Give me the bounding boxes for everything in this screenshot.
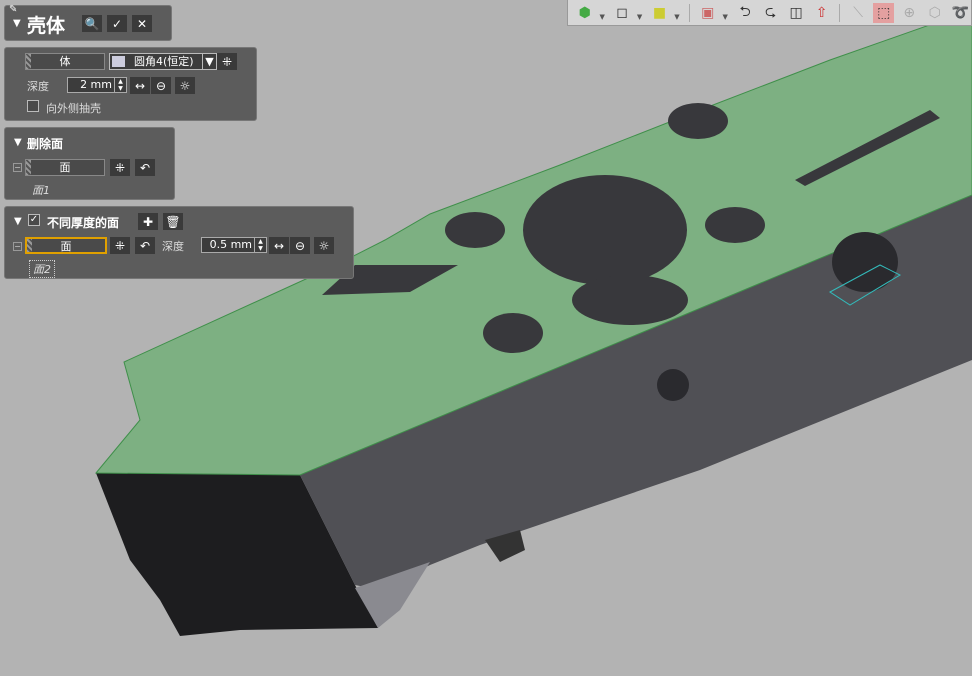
collapse-icon[interactable]: ▼ bbox=[13, 18, 21, 29]
hole bbox=[572, 275, 688, 325]
cancel-button[interactable]: ✕ bbox=[132, 15, 152, 32]
solid-icon bbox=[112, 56, 125, 67]
hexagon-add-icon[interactable]: ⬡ bbox=[924, 3, 946, 23]
face-list-item[interactable]: 面1 bbox=[32, 182, 50, 198]
side-hole bbox=[832, 232, 898, 292]
measure-icon[interactable]: ↔ bbox=[269, 237, 289, 254]
hole bbox=[523, 175, 687, 285]
depth-input[interactable]: 0.5 mm ▲ ▼ bbox=[201, 237, 267, 253]
collapse-minus-icon[interactable]: − bbox=[13, 163, 22, 172]
chevron-down-icon[interactable]: ▼ bbox=[637, 13, 645, 21]
panel-title: 壳体 bbox=[27, 15, 66, 37]
chevron-down-icon[interactable]: ▼ bbox=[202, 54, 216, 69]
spinner[interactable]: ▲ ▼ bbox=[114, 78, 126, 92]
body-select[interactable]: 圆角4(恒定) ▼ bbox=[109, 53, 217, 70]
ok-button[interactable]: ✓ bbox=[107, 15, 127, 32]
extrude-icon[interactable]: ⇧ bbox=[811, 3, 833, 23]
body-field[interactable]: 体 bbox=[25, 53, 105, 70]
diff-thickness-checkbox[interactable]: ✓ bbox=[28, 214, 40, 226]
lasso-icon[interactable]: ➰ bbox=[949, 3, 971, 23]
measure-icon[interactable]: ↔ bbox=[130, 77, 150, 94]
section-title: 删除面 bbox=[27, 137, 64, 151]
highlight-button[interactable]: ⁜ bbox=[217, 53, 237, 70]
display-style-icon[interactable]: ◻ bbox=[611, 3, 633, 23]
view-toolbar: ⬢ ▼ ◻ ▼ ■ ▼ ▣ ▼ ⮌ ⮎ ◫ ⇧ ⟍ ⬚ ⊕ ⬡ ➰ bbox=[567, 0, 972, 26]
collapse-icon[interactable]: ▼ bbox=[14, 137, 22, 148]
divider bbox=[839, 3, 841, 22]
remove-faces-panel: ▼ 删除面 − 面 ⁜ ↶ 面1 bbox=[4, 127, 175, 200]
face-field[interactable]: 面 bbox=[25, 159, 105, 176]
formula-icon[interactable]: ⊖ bbox=[151, 77, 171, 94]
formula-icon[interactable]: ⊖ bbox=[290, 237, 310, 254]
chevron-down-icon[interactable]: ▼ bbox=[674, 13, 682, 21]
face-list-item[interactable]: 面2 bbox=[29, 260, 55, 278]
hole bbox=[483, 313, 543, 353]
chevron-down-icon[interactable]: ▼ bbox=[723, 13, 731, 21]
side-hole bbox=[657, 369, 689, 401]
line-icon[interactable]: ⟍ bbox=[847, 3, 869, 23]
rotate-right-icon[interactable]: ⮎ bbox=[760, 3, 782, 23]
hole bbox=[668, 103, 728, 139]
section-title: 不同厚度的面 bbox=[47, 216, 120, 230]
preview-button[interactable]: 🔍 bbox=[82, 15, 102, 32]
color-map-icon[interactable]: ■ bbox=[649, 3, 671, 23]
view-orient-icon[interactable]: ⬢ bbox=[574, 3, 596, 23]
light-icon[interactable]: ☼ bbox=[175, 77, 195, 94]
face-field[interactable]: 面 bbox=[25, 237, 107, 254]
hole bbox=[445, 212, 505, 248]
delete-button[interactable]: 🗑 bbox=[163, 213, 183, 230]
outward-label: 向外侧抽壳 bbox=[46, 102, 101, 115]
chevron-down-icon[interactable]: ▼ bbox=[600, 13, 608, 21]
highlight-button[interactable]: ⁜ bbox=[110, 237, 130, 254]
divider bbox=[689, 3, 691, 22]
body-field-label: 体 bbox=[59, 55, 71, 68]
hole bbox=[705, 207, 765, 243]
undo-button[interactable]: ↶ bbox=[135, 237, 155, 254]
depth-input[interactable]: 2 mm ▲ ▼ bbox=[67, 77, 127, 93]
depth-label: 深度 bbox=[162, 240, 184, 253]
add-button[interactable]: ✚ bbox=[138, 213, 158, 230]
mirror-icon[interactable]: ◫ bbox=[785, 3, 807, 23]
circle-add-icon[interactable]: ⊕ bbox=[898, 3, 920, 23]
rectangle-select-icon[interactable]: ⬚ bbox=[872, 2, 895, 23]
light-icon[interactable]: ☼ bbox=[314, 237, 334, 254]
highlight-button[interactable]: ⁜ bbox=[110, 159, 130, 176]
body-select-value: 圆角4(恒定) bbox=[134, 55, 194, 68]
collapse-minus-icon[interactable]: − bbox=[13, 242, 22, 251]
pin-icon[interactable]: ✎ bbox=[9, 4, 17, 15]
section-view-icon[interactable]: ▣ bbox=[697, 3, 719, 23]
spinner[interactable]: ▲ ▼ bbox=[254, 238, 266, 252]
rotate-left-icon[interactable]: ⮌ bbox=[734, 3, 756, 23]
collapse-icon[interactable]: ▼ bbox=[14, 216, 22, 227]
depth-label: 深度 bbox=[27, 80, 49, 93]
undo-button[interactable]: ↶ bbox=[135, 159, 155, 176]
diff-thickness-panel: ▼ ✓ 不同厚度的面 ✚ 🗑 − 面 ⁜ ↶ 深度 0.5 mm ▲ ▼ ↔ ⊖ ☼… bbox=[4, 206, 354, 279]
outward-checkbox[interactable] bbox=[27, 100, 39, 112]
shell-header-panel: ✎ ▼ 壳体 🔍 ✓ ✕ bbox=[4, 4, 172, 41]
body-panel: 体 圆角4(恒定) ▼ ⁜ 深度 2 mm ▲ ▼ ↔ ⊖ ☼ 向外侧抽壳 bbox=[4, 47, 257, 121]
